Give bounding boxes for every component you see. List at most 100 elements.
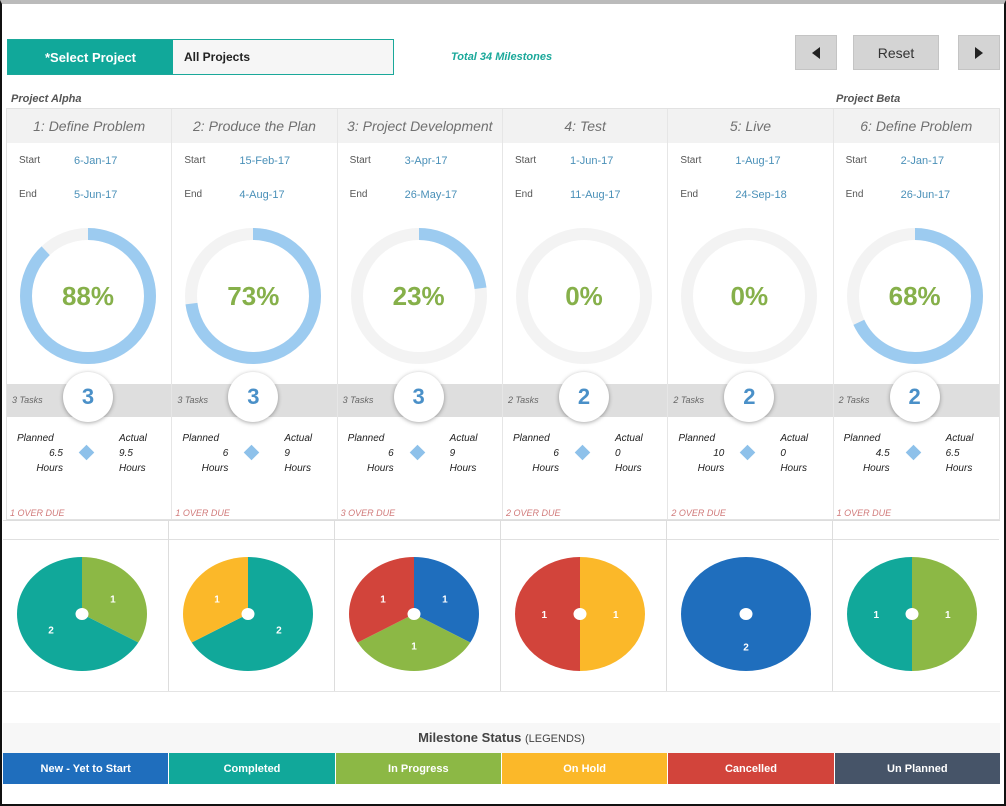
pie-slice-label: 1 xyxy=(442,594,448,605)
start-label: Start xyxy=(680,155,702,166)
end-date-row: End 26-May-17 xyxy=(350,189,458,201)
legend-title: Milestone Status (LEGENDS) xyxy=(3,723,1000,753)
end-date: 4-Aug-17 xyxy=(239,189,285,201)
planned-value: 4.5 xyxy=(875,448,890,459)
end-label: End xyxy=(514,189,533,200)
start-date-row: Start 2-Jan-17 xyxy=(846,155,944,167)
start-date-row: Start 1-Jun-17 xyxy=(515,155,613,167)
end-date-row: End 4-Aug-17 xyxy=(184,189,284,201)
progress-percent: 73% xyxy=(227,280,280,311)
planned-hours: Planned 6.5 Hours xyxy=(17,431,63,476)
end-date: 26-May-17 xyxy=(404,189,458,201)
task-count-badge: 2 xyxy=(889,372,940,422)
end-label: End xyxy=(349,189,368,200)
task-count-badge: 2 xyxy=(724,372,775,422)
progress-percent: 0% xyxy=(730,280,769,311)
milestone-grid: 1: Define Problem Start 6-Jan-17 End 5-J… xyxy=(6,108,1000,520)
tasks-bar: 3 Tasks 3 xyxy=(7,372,172,422)
legend-title-text: Milestone Status xyxy=(418,730,522,745)
pie-svg: 11 xyxy=(847,557,977,671)
start-date: 15-Feb-17 xyxy=(239,155,291,167)
tasks-bar: 3 Tasks 3 xyxy=(172,372,337,422)
status-pie-chart: 2 xyxy=(667,521,833,691)
tasks-label: 2 Tasks xyxy=(673,395,704,405)
tasks-bar: 3 Tasks 3 xyxy=(337,372,502,422)
start-date: 1-Jun-17 xyxy=(569,155,614,167)
milestone-title: 2: Produce the Plan xyxy=(172,109,337,143)
tasks-bar: 2 Tasks 2 xyxy=(833,372,999,422)
planned-hours: Planned 6 Hours xyxy=(512,431,559,476)
planned-label: Planned xyxy=(182,433,220,444)
start-date: 2-Jan-17 xyxy=(900,155,945,167)
pie-svg: 12 xyxy=(17,557,147,671)
pie-svg: 1 1 1 xyxy=(349,557,479,671)
status-pie-row: 122111111211 xyxy=(3,520,1000,692)
legend-item: New - Yet to Start xyxy=(3,753,170,784)
end-date-row: End 26-Jun-17 xyxy=(846,189,951,201)
tasks-bar: 2 Tasks 2 xyxy=(502,372,668,422)
planned-label: Planned xyxy=(512,433,550,444)
tasks-label: 3 Tasks xyxy=(12,395,43,405)
start-date-row: Start 6-Jan-17 xyxy=(19,155,117,167)
planned-value: 6.5 xyxy=(49,448,63,459)
task-count-badge: 3 xyxy=(228,372,279,422)
planned-label: Planned xyxy=(843,433,881,444)
legend-item: Cancelled xyxy=(668,753,835,784)
status-pie-chart: 11 xyxy=(501,521,667,691)
overdue-count: 2 OVER DUE xyxy=(671,508,726,518)
planned-label: Planned xyxy=(678,433,716,444)
progress-percent: 88% xyxy=(61,280,115,311)
status-pie-chart: 1 1 1 xyxy=(335,521,501,691)
start-date-row: Start 3-Apr-17 xyxy=(350,155,448,167)
planned-unit: Hours xyxy=(862,463,890,474)
milestone-title: 1: Define Problem xyxy=(7,109,172,143)
actual-label: Actual xyxy=(780,433,809,444)
progress-percent: 68% xyxy=(888,280,941,311)
actual-unit: Hours xyxy=(780,463,807,474)
actual-value: 0 xyxy=(614,448,621,459)
tasks-bar: 2 Tasks 2 xyxy=(668,372,833,422)
pie-center-hole xyxy=(573,608,587,620)
total-milestones: Total 34 Milestones xyxy=(451,51,553,63)
actual-unit: Hours xyxy=(614,463,642,474)
project-dropdown[interactable]: All Projects xyxy=(173,40,393,74)
triangle-right-icon xyxy=(975,46,983,59)
end-date: 24-Sep-18 xyxy=(735,189,787,201)
planned-value: 6 xyxy=(553,448,559,459)
pie-slice xyxy=(515,557,580,671)
tasks-label: 2 Tasks xyxy=(507,395,539,405)
actual-label: Actual xyxy=(614,433,643,444)
tasks-label: 2 Tasks xyxy=(838,395,870,405)
milestone-card: 1: Define Problem Start 6-Jan-17 End 5-J… xyxy=(7,109,173,519)
planned-hours: Planned 4.5 Hours xyxy=(843,431,890,476)
actual-hours: Actual 9.5 Hours xyxy=(119,431,147,476)
planned-unit: Hours xyxy=(532,463,559,474)
pie-slice-label: 2 xyxy=(743,642,749,653)
planned-unit: Hours xyxy=(366,463,394,474)
tasks-label: 3 Tasks xyxy=(342,395,374,405)
project-selector[interactable]: *Select Project All Projects xyxy=(7,39,394,75)
diamond-icon xyxy=(78,444,95,461)
next-button[interactable] xyxy=(958,35,1000,70)
actual-value: 9 xyxy=(449,448,456,459)
actual-hours: Actual 9 Hours xyxy=(450,431,478,476)
end-date: 26-Jun-17 xyxy=(900,189,951,201)
planned-unit: Hours xyxy=(201,463,229,474)
previous-button[interactable] xyxy=(795,35,837,70)
end-date-row: End 11-Aug-17 xyxy=(515,189,621,201)
actual-hours: Actual 9 Hours xyxy=(284,431,312,476)
actual-label: Actual xyxy=(284,433,313,444)
start-date: 6-Jan-17 xyxy=(74,155,118,167)
triangle-left-icon xyxy=(812,46,820,59)
planned-unit: Hours xyxy=(697,463,725,474)
actual-label: Actual xyxy=(119,433,147,444)
pie-center-hole xyxy=(407,608,421,620)
start-label: Start xyxy=(19,155,41,166)
reset-button[interactable]: Reset xyxy=(853,35,939,70)
pie-slice-label: 1 xyxy=(613,610,619,621)
actual-value: 9 xyxy=(284,448,290,459)
diamond-icon xyxy=(905,444,921,461)
actual-label: Actual xyxy=(449,433,478,444)
project-beta-label: Project Beta xyxy=(836,93,901,105)
start-label: Start xyxy=(184,155,206,166)
